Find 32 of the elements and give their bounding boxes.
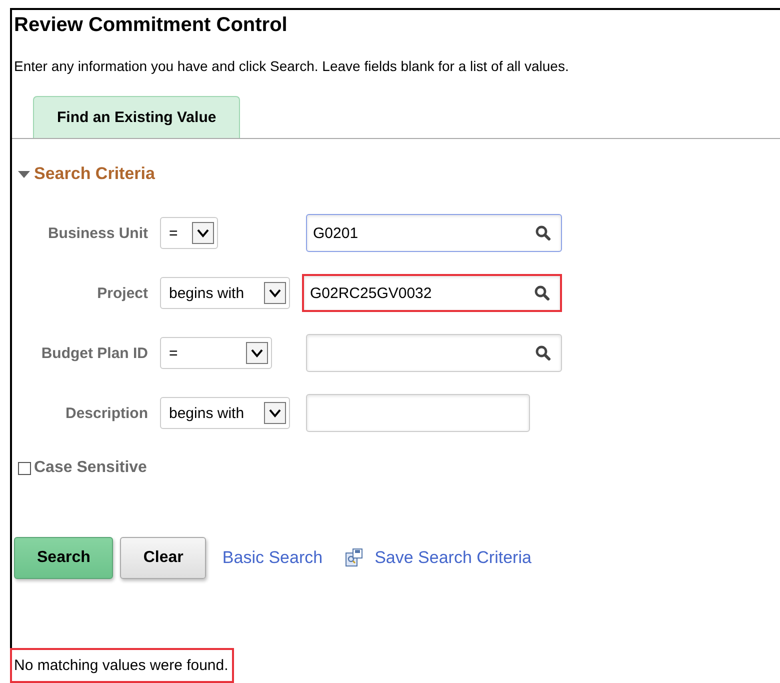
expanded-triangle-icon[interactable] <box>18 169 30 179</box>
clear-button[interactable]: Clear <box>120 537 206 579</box>
search-icon[interactable] <box>534 285 550 301</box>
search-icon[interactable] <box>535 225 551 241</box>
field-label: Business Unit <box>46 224 148 242</box>
dropdown-caret-icon[interactable] <box>246 342 268 364</box>
checkbox[interactable] <box>18 462 31 474</box>
section-title[interactable]: Search Criteria <box>34 164 155 184</box>
search-icon[interactable] <box>535 345 551 361</box>
checkbox-label: Case Sensitive <box>34 459 147 477</box>
dropdown-caret-icon[interactable] <box>264 282 286 304</box>
input-field[interactable] <box>306 394 530 432</box>
field-label: Description <box>64 404 148 422</box>
instructions: Enter any information you have and click Search. Leave fields blank for a list of all values. <box>14 58 569 74</box>
field-label: Project <box>96 284 148 302</box>
operator-dropdown[interactable]: = <box>160 337 272 369</box>
operator-dropdown[interactable]: begins with <box>160 277 290 309</box>
tab[interactable]: Find an Existing Value <box>33 96 240 138</box>
input-field[interactable] <box>306 334 562 372</box>
input-field[interactable]: G0201 <box>306 214 562 252</box>
operator-dropdown[interactable]: begins with <box>160 397 290 429</box>
status-message: No matching values were found. <box>10 648 234 683</box>
operator-dropdown[interactable]: = <box>160 217 218 249</box>
search-button[interactable]: Search <box>14 537 114 579</box>
link[interactable]: Save Search Criteria <box>374 548 532 568</box>
link[interactable]: Basic Search <box>222 548 323 568</box>
save-document-icon[interactable] <box>344 548 364 568</box>
input-field[interactable]: G02RC25GV0032 <box>302 274 562 312</box>
dropdown-caret-icon[interactable] <box>264 402 286 424</box>
field-label: Budget Plan ID <box>40 344 148 362</box>
dropdown-caret-icon[interactable] <box>192 222 214 244</box>
page-title: Review Commitment Control <box>14 14 288 37</box>
